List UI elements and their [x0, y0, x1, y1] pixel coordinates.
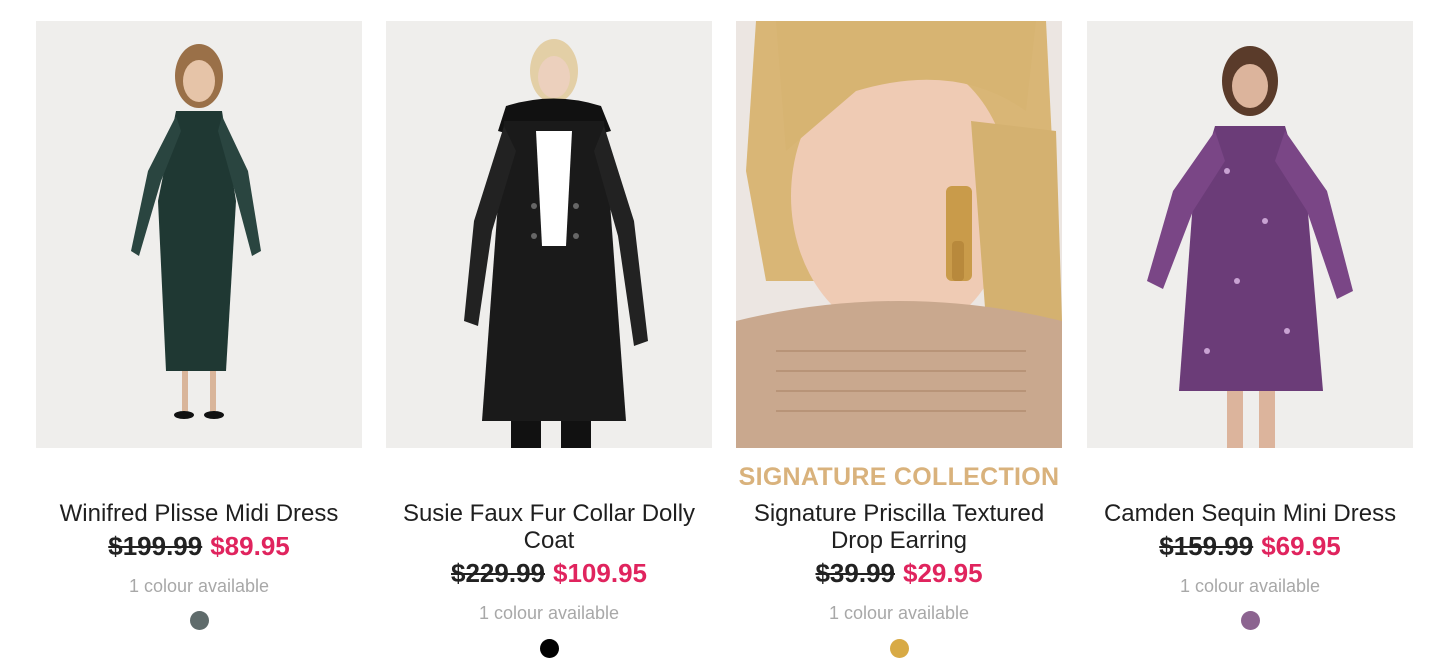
price-row: $159.99 $69.95: [1087, 531, 1413, 561]
original-price: $39.99: [815, 558, 895, 588]
colour-swatch[interactable]: [190, 611, 209, 630]
price-row: $39.99 $29.95: [736, 558, 1062, 588]
colour-swatch[interactable]: [1241, 611, 1260, 630]
product-badge: SIGNATURE COLLECTION: [738, 463, 1060, 491]
product-grid: Winifred Plisse Midi Dress $199.99 $89.95…: [0, 0, 1429, 672]
colour-count: 1 colour available: [478, 603, 620, 623]
product-image-link[interactable]: [386, 21, 712, 448]
original-price: $159.99: [1159, 531, 1254, 561]
sale-price: $89.95: [210, 531, 290, 561]
sale-price: $29.95: [903, 558, 983, 588]
product-card: Susie Faux Fur Collar Dolly Coat $229.99…: [386, 21, 712, 672]
colour-count: 1 colour available: [1179, 576, 1321, 596]
product-name[interactable]: Camden Sequin Mini Dress: [1087, 500, 1413, 527]
product-card: SIGNATURE COLLECTION Signature Priscilla…: [736, 21, 1062, 672]
green-midi-dress-photo: [36, 21, 362, 448]
product-card: Winifred Plisse Midi Dress $199.99 $89.95…: [36, 21, 362, 672]
colour-count: 1 colour available: [128, 576, 270, 596]
colour-swatch[interactable]: [890, 639, 909, 658]
product-name[interactable]: Signature Priscilla Textured Drop Earrin…: [736, 500, 1062, 554]
price-row: $229.99 $109.95: [386, 558, 712, 588]
product-image-link[interactable]: [36, 21, 362, 448]
product-name[interactable]: Winifred Plisse Midi Dress: [36, 500, 362, 527]
sale-price: $69.95: [1261, 531, 1341, 561]
sale-price: $109.95: [553, 558, 647, 588]
original-price: $199.99: [108, 531, 203, 561]
product-image-link[interactable]: [736, 21, 1062, 448]
black-coat-photo: [386, 21, 712, 448]
price-row: $199.99 $89.95: [36, 531, 362, 561]
product-name[interactable]: Susie Faux Fur Collar Dolly Coat: [386, 500, 712, 554]
product-image-link[interactable]: [1087, 21, 1413, 448]
colour-count: 1 colour available: [828, 603, 970, 623]
original-price: $229.99: [451, 558, 545, 588]
gold-earring-photo: [736, 21, 1062, 448]
colour-swatch[interactable]: [540, 639, 559, 658]
product-card: Camden Sequin Mini Dress $159.99 $69.95 1…: [1087, 21, 1413, 672]
purple-sequin-dress-photo: [1087, 21, 1413, 448]
